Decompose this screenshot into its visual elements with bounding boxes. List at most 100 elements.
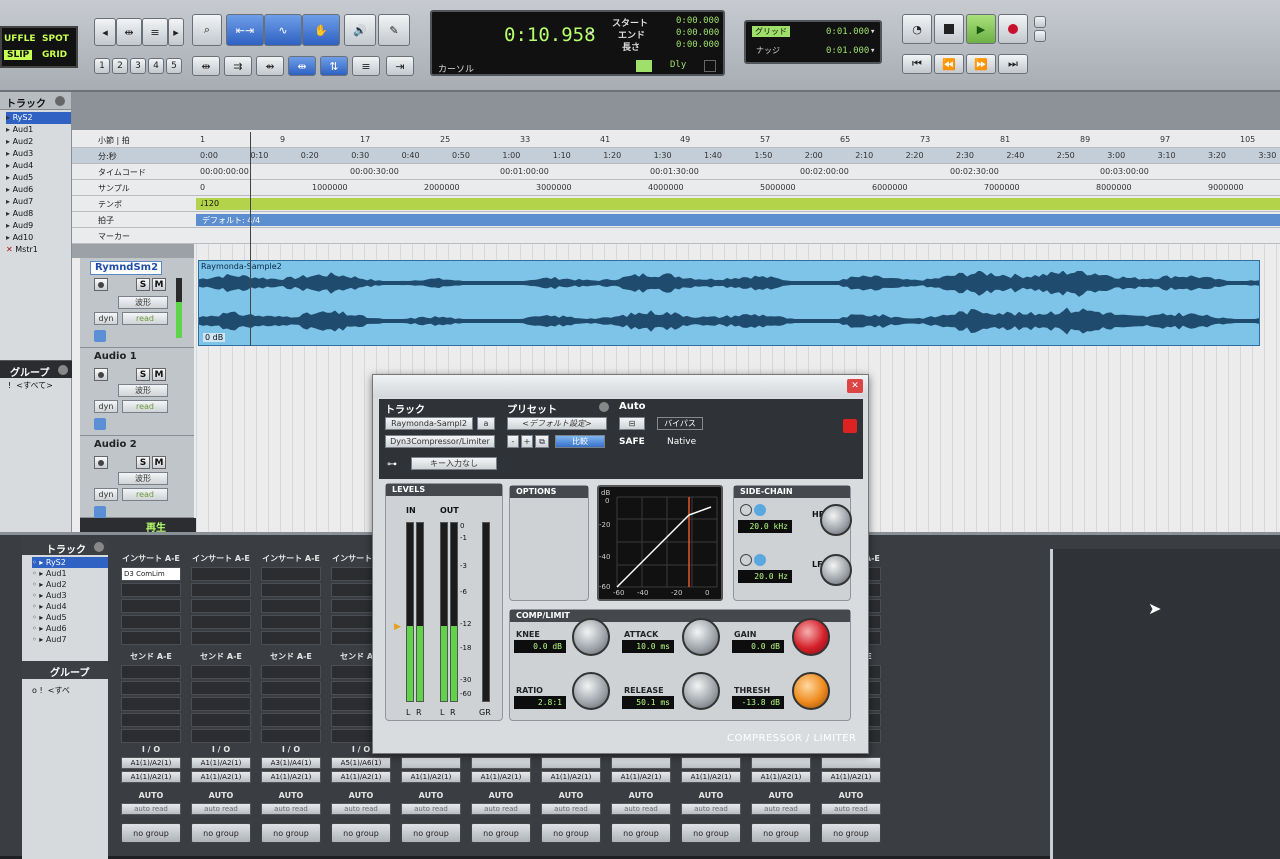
marker-ruler[interactable]: マーカー	[72, 228, 1280, 244]
output-selector[interactable]: A1(1)/A2(1)	[751, 771, 811, 783]
in-level-marker[interactable]: ▶	[394, 622, 401, 632]
plugin-power-icon[interactable]	[843, 419, 857, 433]
midi-icon[interactable]	[704, 60, 716, 72]
slip-mode[interactable]: SLIP	[4, 50, 33, 60]
bypass-button[interactable]: バイパス	[657, 417, 703, 430]
automation-selector[interactable]: auto read	[401, 803, 461, 815]
track-list-item[interactable]: ✕ Mstr1	[6, 244, 71, 256]
zoom-out-button[interactable]: ◂	[94, 18, 116, 46]
send-slot[interactable]	[191, 713, 251, 727]
spot-mode[interactable]: SPOT	[42, 34, 69, 44]
insert-slot[interactable]	[191, 631, 251, 645]
input-selector[interactable]	[821, 757, 881, 769]
input-selector[interactable]	[471, 757, 531, 769]
record-enable-button[interactable]	[94, 456, 108, 469]
link-icon[interactable]	[636, 60, 652, 72]
mix-track-list-item[interactable]: ◦ ▸ Aud7	[32, 634, 108, 645]
send-slot[interactable]	[261, 665, 321, 679]
insert-position-selector[interactable]: a	[477, 417, 495, 430]
input-selector[interactable]: A1(1)/A2(1)	[121, 757, 181, 769]
output-selector[interactable]: A1(1)/A2(1)	[821, 771, 881, 783]
previous-preset-button[interactable]: -	[507, 435, 519, 448]
group-selector[interactable]: no group	[191, 823, 251, 843]
end-value[interactable]: 0:00.000	[676, 28, 719, 38]
output-selector[interactable]: A1(1)/A2(1)	[541, 771, 601, 783]
lf-value[interactable]: 20.0 Hz	[738, 570, 792, 583]
input-selector[interactable]	[401, 757, 461, 769]
key-input-selector[interactable]: キー入力なし	[411, 457, 497, 470]
track-header-audio1[interactable]: Audio 1 S M 波形 dyn read	[80, 348, 194, 436]
automation-selector[interactable]: auto read	[471, 803, 531, 815]
send-slot[interactable]	[191, 665, 251, 679]
dyn-button[interactable]: dyn	[94, 312, 118, 325]
option-button-3[interactable]: ⇴	[256, 56, 284, 76]
hf-value[interactable]: 20.0 kHz	[738, 520, 792, 533]
group-selector[interactable]: no group	[121, 823, 181, 843]
track-header-rymndsm2[interactable]: RymndSm2 S M 波形 dyn read	[80, 258, 194, 348]
loop-toggle[interactable]	[1034, 16, 1046, 28]
track-list-item[interactable]: ▸ Aud4	[6, 160, 71, 172]
timecode-ruler[interactable]: タイムコード 00:00:00:00 00:00:30:00 00:01:00:00 0…	[72, 164, 1280, 180]
mix-group-all-item[interactable]: o ! <すべ	[32, 685, 70, 696]
group-selector[interactable]: no group	[331, 823, 391, 843]
output-selector[interactable]: A1(1)/A2(1)	[681, 771, 741, 783]
solo-button[interactable]: S	[136, 456, 150, 469]
zoom-midi-button[interactable]: ≡	[142, 18, 168, 46]
counter-dropdown-icon[interactable]: ▾	[588, 28, 594, 39]
lf-bypass-icon[interactable]	[740, 554, 752, 566]
track-list-item[interactable]: ▸ Aud7	[6, 196, 71, 208]
compare-button[interactable]: 比較	[555, 435, 605, 448]
solo-button[interactable]: S	[136, 368, 150, 381]
attack-knob[interactable]	[682, 618, 720, 656]
input-selector[interactable]	[611, 757, 671, 769]
zoom-preset-2[interactable]: 2	[112, 58, 128, 74]
zoom-preset-4[interactable]: 4	[148, 58, 164, 74]
insert-slot[interactable]	[261, 583, 321, 597]
send-slot[interactable]	[191, 697, 251, 711]
mix-track-list-item[interactable]: ◦ ▸ RyS2	[32, 557, 108, 568]
track-name-field[interactable]: Audio 2	[90, 439, 162, 453]
preset-menu-icon[interactable]	[599, 402, 609, 412]
mix-track-list-item[interactable]: ◦ ▸ Aud5	[32, 612, 108, 623]
group-selector[interactable]: no group	[751, 823, 811, 843]
track-view-selector[interactable]: 波形	[118, 384, 168, 397]
go-to-end-button[interactable]: ⏭	[998, 54, 1028, 74]
insert-slot[interactable]	[191, 615, 251, 629]
record-button[interactable]	[998, 14, 1028, 44]
attack-value[interactable]: 10.0 ms	[622, 640, 674, 653]
voice-icon[interactable]	[94, 330, 106, 342]
input-selector[interactable]	[541, 757, 601, 769]
lf-listen-icon[interactable]	[754, 554, 766, 566]
track-view-selector[interactable]: 波形	[118, 472, 168, 485]
track-header-audio2[interactable]: Audio 2 S M 波形 dyn read	[80, 436, 194, 518]
group-selector[interactable]: no group	[681, 823, 741, 843]
mute-button[interactable]: M	[152, 278, 166, 291]
rewind-button[interactable]: ⏪	[934, 54, 964, 74]
mix-track-list-item[interactable]: ◦ ▸ Aud6	[32, 623, 108, 634]
input-selector[interactable]	[751, 757, 811, 769]
track-list-item[interactable]: ▸ Aud6	[6, 184, 71, 196]
group-selector[interactable]: no group	[541, 823, 601, 843]
automation-enable-button[interactable]: ⊟	[619, 417, 645, 430]
tempo-marker[interactable]: ♩120	[200, 199, 219, 208]
option-button-1[interactable]: ⇹	[192, 56, 220, 76]
stop-button[interactable]	[934, 14, 964, 44]
group-selector[interactable]: no group	[821, 823, 881, 843]
track-visibility-icon[interactable]: ✕	[6, 245, 15, 254]
nudge-value[interactable]: 0:01.000	[826, 46, 869, 56]
mix-track-menu-icon[interactable]	[94, 542, 104, 552]
group-list-menu-icon[interactable]	[58, 365, 68, 375]
grid-mode[interactable]: GRID	[42, 50, 67, 60]
gain-value[interactable]: 0.0 dB	[732, 640, 784, 653]
input-selector[interactable]: A1(1)/A2(1)	[191, 757, 251, 769]
mix-track-list-item[interactable]: ◦ ▸ Aud4	[32, 601, 108, 612]
selector-tool[interactable]: ∿	[264, 14, 302, 46]
mix-track-list-item[interactable]: ◦ ▸ Aud3	[32, 590, 108, 601]
return-to-zero-button[interactable]: ⏮	[902, 54, 932, 74]
group-selector[interactable]: no group	[261, 823, 321, 843]
knee-knob[interactable]	[572, 618, 610, 656]
zoom-in-button[interactable]: ▸	[168, 18, 184, 46]
automation-selector[interactable]: auto read	[121, 803, 181, 815]
track-list-item[interactable]: ▸ Ad10	[6, 232, 71, 244]
automation-mode-selector[interactable]: read	[122, 488, 168, 501]
